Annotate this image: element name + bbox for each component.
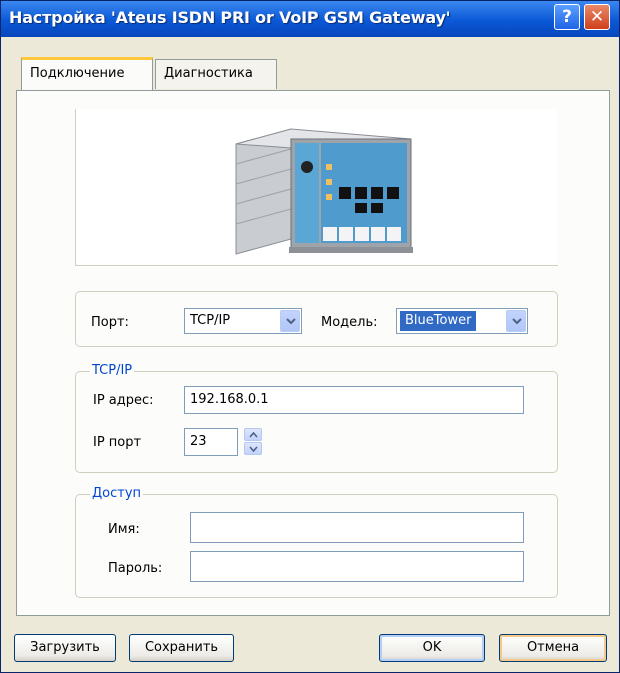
save-button[interactable]: Сохранить xyxy=(129,634,234,662)
load-button[interactable]: Загрузить xyxy=(14,634,116,662)
chevron-up-icon xyxy=(249,432,258,438)
ok-button[interactable]: OK xyxy=(379,634,485,662)
ip-address-value: 192.168.0.1 xyxy=(190,392,269,407)
name-label: Имя: xyxy=(108,522,140,537)
model-select-arrow[interactable] xyxy=(506,310,526,332)
close-icon: ✕ xyxy=(589,7,605,27)
chevron-down-icon xyxy=(512,318,522,325)
cancel-button[interactable]: Отмена xyxy=(499,634,607,662)
port-select-arrow[interactable] xyxy=(280,310,300,332)
port-label: Порт: xyxy=(91,315,129,330)
password-input[interactable] xyxy=(190,551,524,582)
tab-diagnostics-label: Диагностика xyxy=(164,66,253,81)
chevron-down-icon xyxy=(286,318,296,325)
spin-down-button[interactable] xyxy=(244,442,262,455)
ip-address-label: IP адрес: xyxy=(93,393,154,408)
port-select[interactable]: TCP/IP xyxy=(184,308,302,334)
model-select-value: BlueTower xyxy=(400,311,477,331)
spin-up-button[interactable] xyxy=(244,428,262,441)
close-button[interactable]: ✕ xyxy=(584,4,610,30)
tcpip-group: TCP/IP IP адрес: 192.168.0.1 IP порт 23 xyxy=(75,363,558,473)
access-group-label: Доступ xyxy=(90,486,144,501)
device-image-area xyxy=(75,109,558,266)
chevron-down-icon xyxy=(249,446,258,452)
port-model-group: Порт: TCP/IP Модель: BlueTower xyxy=(75,291,558,347)
model-select[interactable]: BlueTower xyxy=(396,308,528,334)
port-select-value: TCP/IP xyxy=(190,313,231,328)
tab-connection[interactable]: Подключение xyxy=(21,57,153,90)
tab-diagnostics[interactable]: Диагностика xyxy=(155,59,277,89)
access-group: Доступ Имя: Пароль: xyxy=(75,486,558,598)
ip-port-input[interactable]: 23 xyxy=(184,428,238,456)
tab-panel: Порт: TCP/IP Модель: BlueTower TCP/IP IP… xyxy=(16,90,610,616)
ip-port-spinner xyxy=(244,428,268,456)
help-icon: ? xyxy=(562,7,572,27)
window-title: Настройка 'Ateus ISDN PRI or VoIP GSM Ga… xyxy=(9,8,451,27)
tcpip-group-label: TCP/IP xyxy=(90,363,135,378)
ip-address-input[interactable]: 192.168.0.1 xyxy=(184,386,524,414)
tab-connection-label: Подключение xyxy=(30,66,125,81)
gateway-device-image xyxy=(235,128,413,255)
name-input[interactable] xyxy=(190,512,524,543)
ip-port-label: IP порт xyxy=(93,435,142,450)
settings-dialog: Настройка 'Ateus ISDN PRI or VoIP GSM Ga… xyxy=(0,0,620,673)
password-label: Пароль: xyxy=(108,561,163,576)
ip-port-value: 23 xyxy=(190,434,207,449)
help-button[interactable]: ? xyxy=(554,4,580,30)
title-bar[interactable]: Настройка 'Ateus ISDN PRI or VoIP GSM Ga… xyxy=(1,1,619,37)
model-label: Модель: xyxy=(321,315,378,330)
